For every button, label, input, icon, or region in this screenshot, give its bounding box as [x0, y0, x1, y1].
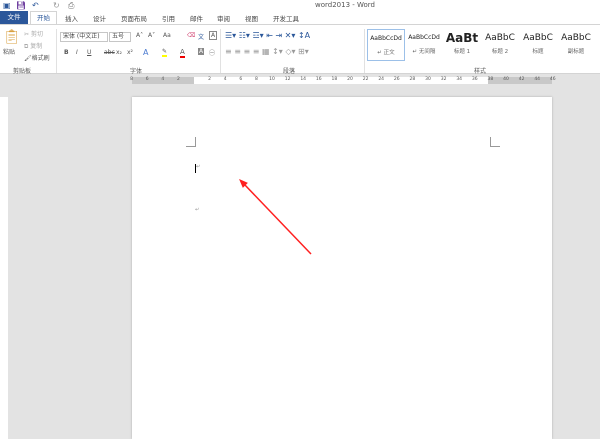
annotation-arrow [239, 179, 312, 255]
